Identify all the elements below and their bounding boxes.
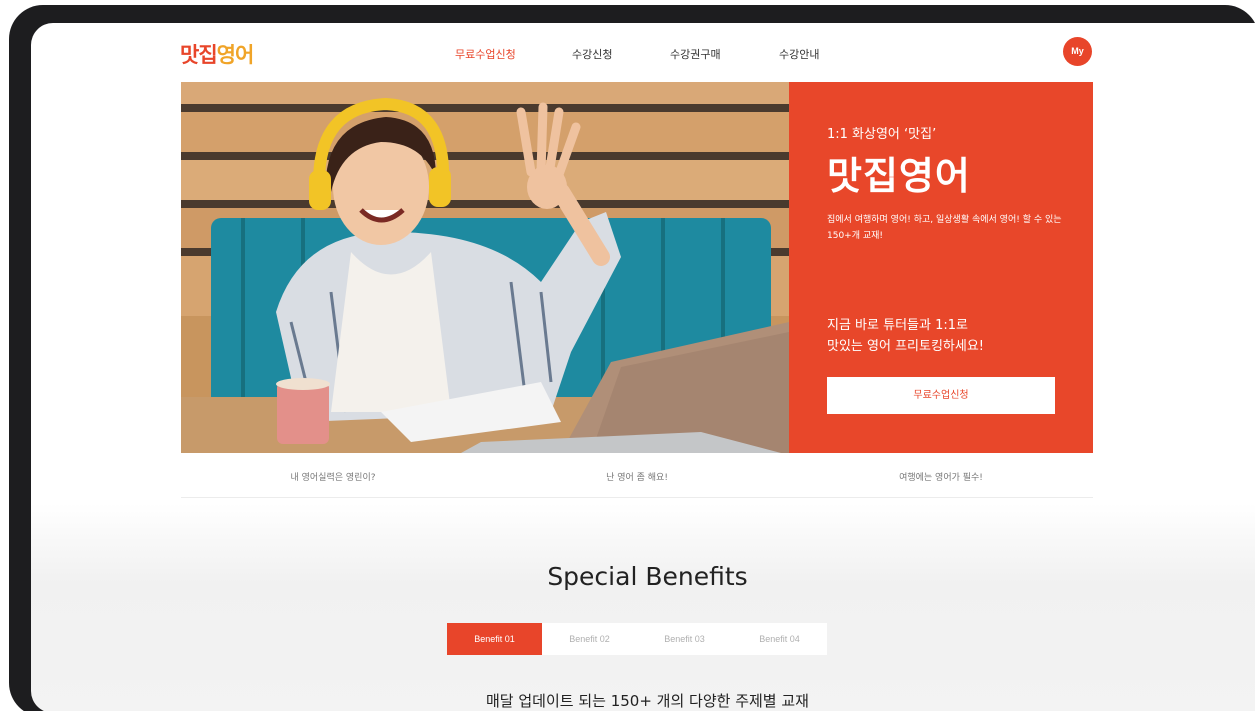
screen: 맛집영어 무료수업신청 수강신청 수강권구매 수강안내 My 1:1 화상영어 … (31, 23, 1255, 711)
hero-photo (181, 82, 789, 453)
free-lesson-button[interactable]: 무료수업신청 (827, 377, 1055, 414)
hero-description: 집에서 여행하며 영어! 하고, 일상생활 속에서 영어! 할 수 있는 150… (827, 215, 1062, 241)
level-link-beginner[interactable]: 내 영어실력은 영린이? (181, 470, 485, 483)
benefit-tabs: Benefit 01 Benefit 02 Benefit 03 Benefit… (447, 623, 827, 655)
nav-enroll[interactable]: 수강신청 (572, 46, 612, 62)
level-link-intermediate[interactable]: 난 영어 좀 해요! (485, 470, 789, 483)
hero-lead: 지금 바로 튜터들과 1:1로 맛있는 영어 프리토킹하세요! (827, 315, 1077, 357)
hero-lead-line-1: 지금 바로 튜터들과 1:1로 (827, 318, 968, 333)
logo-text-primary: 맛집 (180, 43, 218, 67)
hero-title: 맛집영어 (827, 154, 971, 198)
nav-guide[interactable]: 수강안내 (779, 46, 819, 62)
hero-subtitle: 1:1 화상영어 ‘맛집’ (827, 127, 937, 142)
device-frame: 맛집영어 무료수업신청 수강신청 수강권구매 수강안내 My 1:1 화상영어 … (9, 5, 1255, 711)
tab-benefit-04[interactable]: Benefit 04 (732, 623, 827, 655)
level-links: 내 영어실력은 영린이? 난 영어 좀 해요! 여행에는 영어가 필수! (181, 453, 1093, 498)
hero-panel: 1:1 화상영어 ‘맛집’ 맛집영어 집에서 여행하며 영어! 하고, 일상생활… (789, 82, 1093, 453)
level-link-travel[interactable]: 여행에는 영어가 필수! (789, 470, 1093, 483)
hero-lead-line-2: 맛있는 영어 프리토킹하세요! (827, 339, 984, 354)
site-header: 맛집영어 무료수업신청 수강신청 수강권구매 수강안내 My (31, 23, 1255, 81)
tab-benefit-02[interactable]: Benefit 02 (542, 623, 637, 655)
nav-free-lesson[interactable]: 무료수업신청 (455, 46, 516, 62)
nav-purchase[interactable]: 수강권구매 (670, 46, 721, 62)
tab-benefit-01[interactable]: Benefit 01 (447, 623, 542, 655)
site-logo[interactable]: 맛집영어 (180, 39, 255, 69)
my-page-button[interactable]: My (1063, 37, 1092, 66)
logo-text-secondary: 영어 (216, 43, 255, 67)
woman-with-headphones-image (181, 82, 789, 453)
benefit-caption: 매달 업데이트 되는 150+ 개의 다양한 주제별 교재 (486, 692, 809, 710)
tab-benefit-03[interactable]: Benefit 03 (637, 623, 732, 655)
benefits-title: Special Benefits (547, 562, 748, 591)
